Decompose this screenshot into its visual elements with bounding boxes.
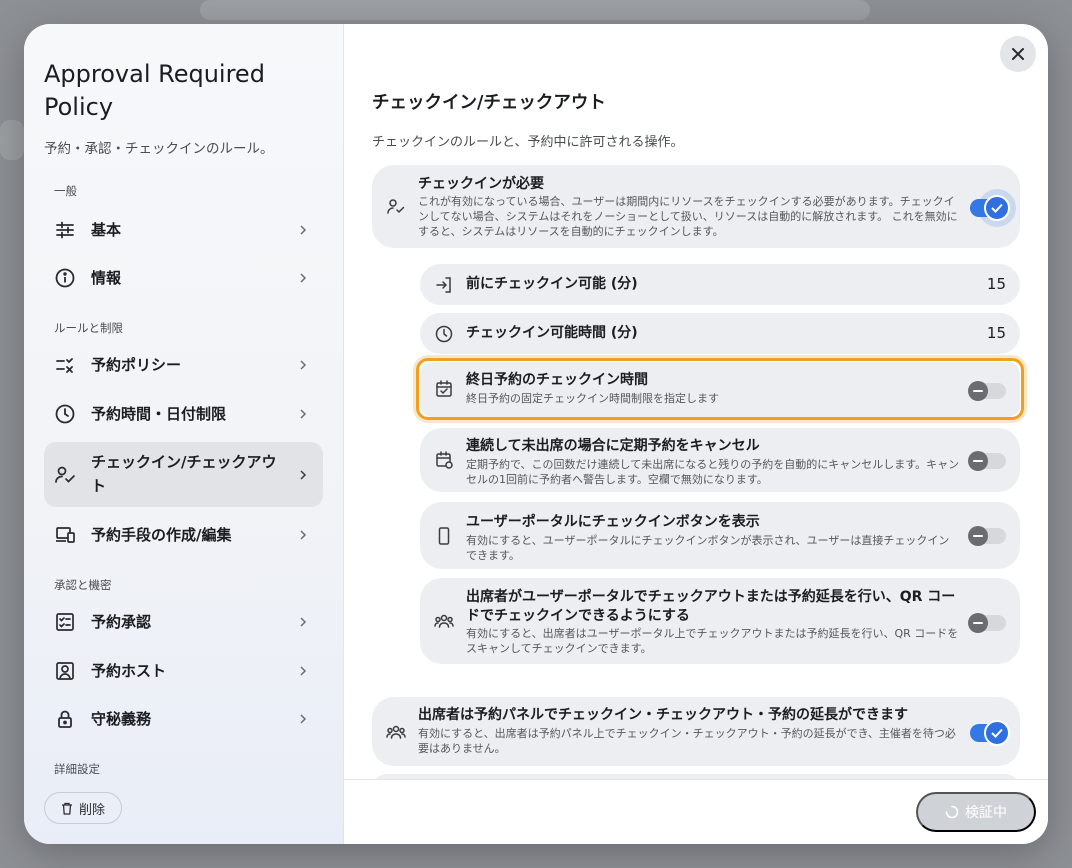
checkin-required-card: チェックインが必要 これが有効になっている場合、ユーザーは期間内にリソースをチェ… <box>372 165 1020 248</box>
attendee-portal-title: 出席者がユーザーポータルでチェックアウトまたは予約延長を行い、QR コードでチェ… <box>466 589 956 624</box>
attendee-portal-toggle[interactable] <box>968 613 1006 633</box>
chevron-right-icon <box>300 666 307 676</box>
user-check-icon <box>55 466 75 483</box>
attendee-portal-desc: 有効にすると、出席者はユーザーポータル上でチェックアウトまたは予約延長を行い、Q… <box>466 627 959 655</box>
check-icon <box>991 728 1003 738</box>
check-icon <box>991 203 1003 213</box>
sidebar-item-label: 守秘義務 <box>91 710 152 728</box>
checklist-x-icon <box>56 358 73 373</box>
cancel-recurring-toggle[interactable] <box>968 451 1006 471</box>
verify-label: 検証中 <box>965 804 1007 820</box>
before-checkin-card[interactable]: 前にチェックイン可能 (分) 15 <box>420 264 1020 305</box>
sidebar: Approval Required Policy 予約・承認・チェックインのルー… <box>24 24 344 844</box>
section-label-rules: ルールと制限 <box>54 321 123 335</box>
policy-subtitle: 予約・承認・チェックインのルール。 <box>44 141 274 157</box>
sliders-icon <box>56 221 74 239</box>
users-icon <box>386 725 406 739</box>
delete-label: 削除 <box>78 801 105 817</box>
lock-icon <box>58 710 72 728</box>
attendee-panel-card: 出席者は予約パネルでチェックイン・チェックアウト・予約の延長ができます 有効にす… <box>372 697 1020 766</box>
sidebar-item-time-limits[interactable]: 予約時間・日付制限 <box>44 391 323 437</box>
checkin-required-toggle[interactable] <box>970 189 1016 227</box>
chevron-right-icon <box>300 409 307 419</box>
checkin-required-desc: これが有効になっている場合、ユーザーは期間内にリソースをチェックインする必要があ… <box>418 195 958 238</box>
users-icon <box>434 614 454 628</box>
attendee-portal-card: 出席者がユーザーポータルでチェックアウトまたは予約延長を行い、QR コードでチェ… <box>420 578 1020 664</box>
chevron-right-icon <box>300 530 307 540</box>
chevron-right-icon <box>300 469 307 480</box>
info-icon <box>55 268 75 288</box>
attendee-panel-title: 出席者は予約パネルでチェックイン・チェックアウト・予約の延長ができます <box>418 707 908 723</box>
sidebar-item-info[interactable]: 情報 <box>44 255 323 301</box>
checkin-window-title: チェックイン可能時間 (分) <box>466 325 638 341</box>
close-icon <box>1012 48 1024 60</box>
portal-button-desc: 有効にすると、ユーザーポータルにチェックインボタンが表示され、ユーザーは直接チェ… <box>466 534 950 562</box>
sidebar-item-checkin-checkout[interactable]: チェックイン/チェックアウト <box>44 442 323 507</box>
checkin-window-card[interactable]: チェックイン可能時間 (分) 15 <box>420 313 1020 354</box>
calendar-repeat-icon <box>436 451 453 469</box>
portal-button-card: ユーザーポータルにチェックインボタンを表示 有効にすると、ユーザーポータルにチェ… <box>420 502 1020 569</box>
policy-title: Approval Required Policy <box>44 60 265 121</box>
sidebar-item-label: 予約承認 <box>91 613 152 631</box>
section-label-approval: 承認と機密 <box>54 578 112 592</box>
attendee-panel-desc: 有効にすると、出席者は予約パネル上でチェックイン・チェックアウト・予約の延長がで… <box>418 727 956 755</box>
verify-button[interactable]: 検証中 <box>916 792 1036 832</box>
devices-icon <box>56 527 75 543</box>
section-label-general: 一般 <box>54 184 77 198</box>
policy-modal: Approval Required Policy 予約・承認・チェックインのルー… <box>24 24 1048 844</box>
trash-icon <box>61 802 72 815</box>
before-checkin-value: 15 <box>986 275 1006 293</box>
attendee-panel-toggle[interactable] <box>970 720 1010 746</box>
clock-icon <box>55 404 75 424</box>
page-description: チェックインのルールと、予約中に許可される操作。 <box>372 135 684 150</box>
checkin-required-title: チェックインが必要 <box>418 176 544 192</box>
portal-button-toggle[interactable] <box>968 526 1006 546</box>
cancel-recurring-title: 連続して未出席の場合に定期予約をキャンセル <box>466 438 760 454</box>
sidebar-item-booking-methods[interactable]: 予約手段の作成/編集 <box>44 512 323 558</box>
approval-list-icon <box>56 613 74 631</box>
sidebar-item-label: 情報 <box>91 269 122 287</box>
chevron-right-icon <box>300 225 307 235</box>
sidebar-item-confidentiality[interactable]: 守秘義務 <box>44 696 323 742</box>
checkin-window-value: 15 <box>986 324 1006 342</box>
phone-icon <box>438 527 450 545</box>
sidebar-item-basic[interactable]: 基本 <box>44 207 323 253</box>
clock-icon <box>435 325 453 343</box>
spinner-icon <box>945 805 959 819</box>
chevron-right-icon <box>300 360 307 370</box>
sidebar-item-host[interactable]: 予約ホスト <box>44 648 323 694</box>
sidebar-item-label: 予約ホスト <box>91 662 167 680</box>
cancel-recurring-card: 連続して未出席の場合に定期予約をキャンセル 定期予約で、この回数だけ連続して未出… <box>420 428 1020 492</box>
section-label-advanced: 詳細設定 <box>54 762 100 776</box>
footer: 検証中 <box>344 779 1048 844</box>
chevron-right-icon <box>300 617 307 627</box>
portal-button-title: ユーザーポータルにチェックインボタンを表示 <box>466 514 760 530</box>
delete-button[interactable]: 削除 <box>44 792 122 824</box>
user-check-icon <box>387 199 405 214</box>
sidebar-item-label: 予約時間・日付制限 <box>91 405 227 423</box>
focus-ring <box>416 358 1024 420</box>
sidebar-item-label: 基本 <box>91 221 122 239</box>
close-button[interactable] <box>1000 36 1036 72</box>
sidebar-item-approval[interactable]: 予約承認 <box>44 599 323 645</box>
chevron-right-icon <box>300 714 307 724</box>
cancel-recurring-desc: 定期予約で、この回数だけ連続して未出席になると残りの予約を自動的にキャンセルしま… <box>466 458 960 486</box>
chevron-right-icon <box>300 273 307 283</box>
page-title: チェックイン/チェックアウト <box>372 93 606 113</box>
sidebar-item-label: 予約ポリシー <box>91 356 182 374</box>
login-icon <box>436 277 451 293</box>
host-card-icon <box>56 662 74 680</box>
before-checkin-title: 前にチェックイン可能 (分) <box>466 276 638 292</box>
sidebar-item-booking-policy[interactable]: 予約ポリシー <box>44 342 323 388</box>
main-panel: チェックイン/チェックアウト チェックインのルールと、予約中に許可される操作。 … <box>344 24 1048 779</box>
sidebar-item-label: チェックイン/チェックアウト <box>91 453 277 495</box>
sidebar-item-label: 予約手段の作成/編集 <box>91 526 232 544</box>
